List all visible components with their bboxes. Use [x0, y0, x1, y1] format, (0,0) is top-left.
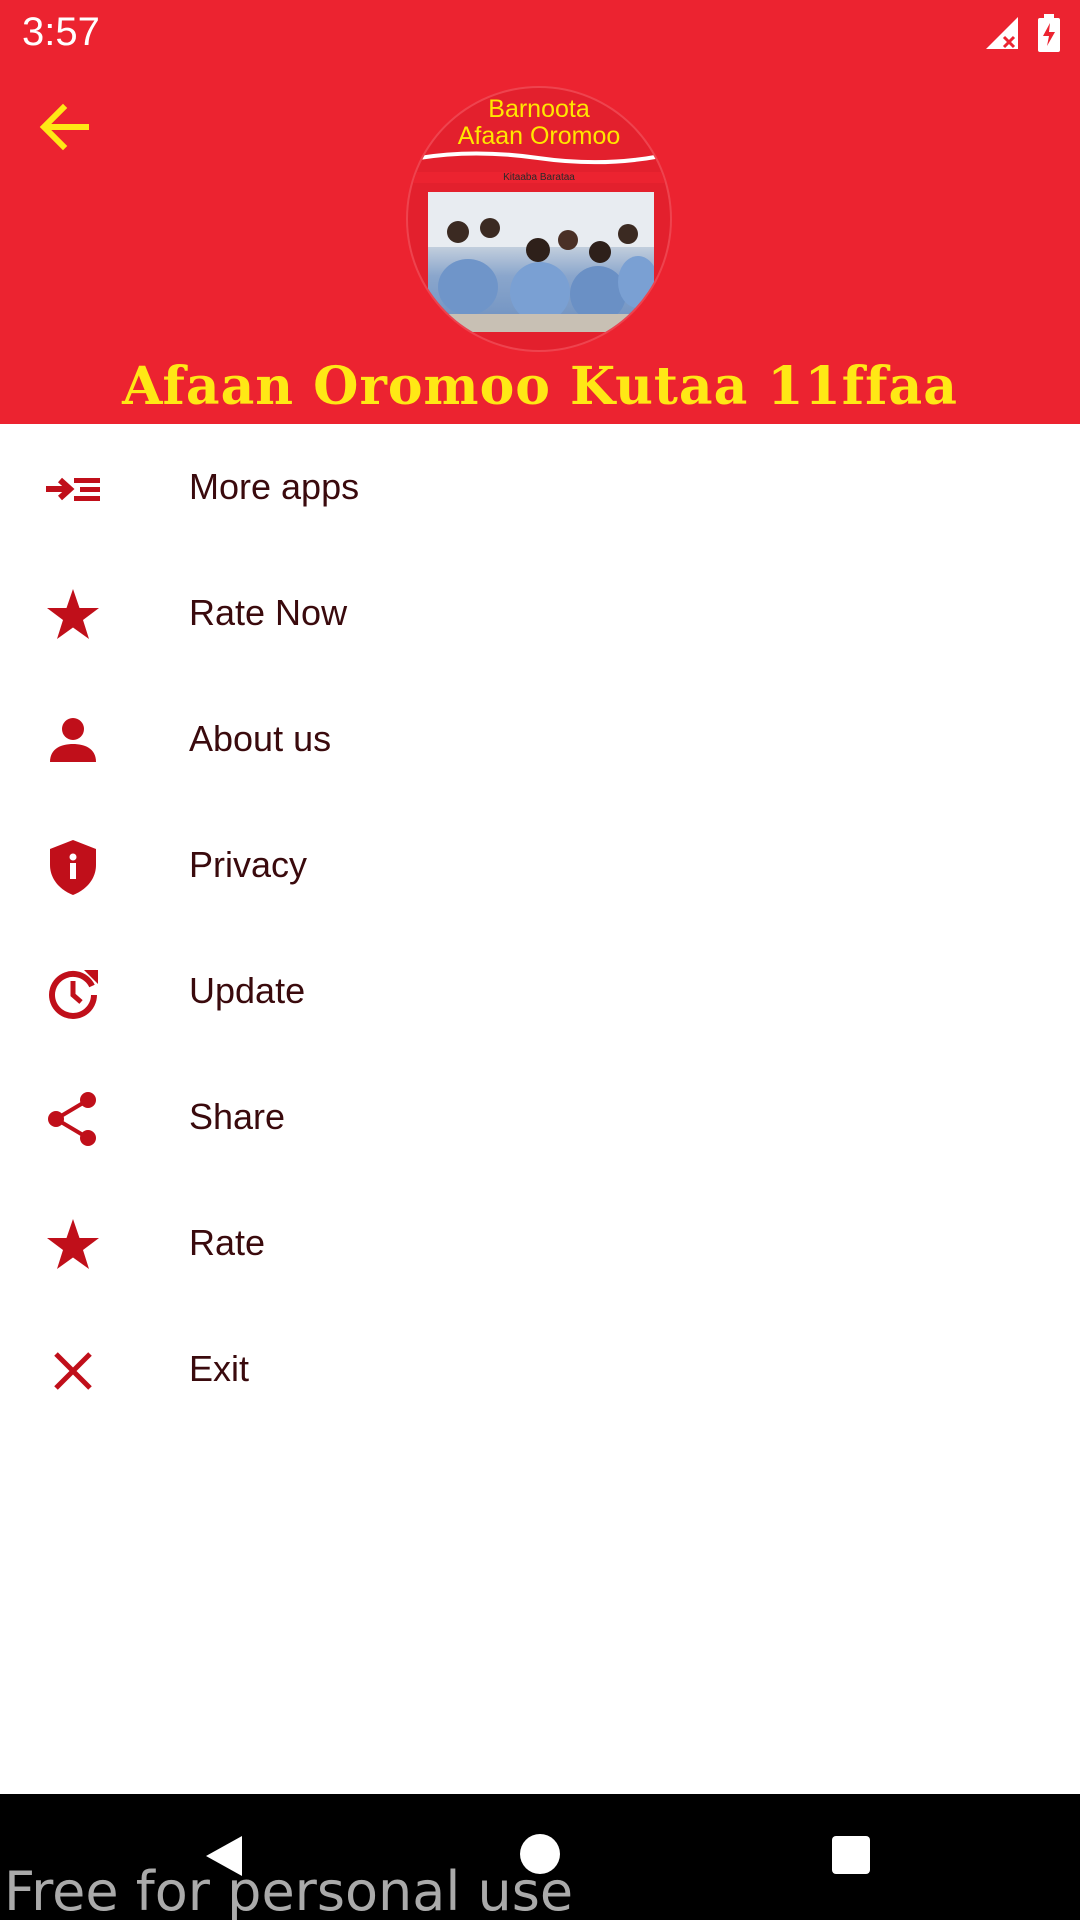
app-logo: Barnoota Afaan Oromoo Kitaaba Barataa	[408, 88, 670, 350]
shield-info-icon	[50, 840, 96, 895]
menu-item-rate-now[interactable]: Rate Now	[0, 550, 1080, 676]
app-title: Afaan Oromoo Kutaa 11ffaa	[122, 356, 958, 417]
update-icon	[49, 970, 98, 1019]
menu-item-about-us[interactable]: About us	[0, 676, 1080, 802]
nav-menu: More apps Rate Now About us Privacy Upda…	[0, 424, 1080, 1432]
screen: 3:57 Barnoota Afaan Oromoo Kitaaba Barat…	[0, 0, 1080, 1920]
logo-wave	[408, 151, 670, 165]
star-icon	[47, 589, 99, 639]
status-time: 3:57	[22, 10, 100, 54]
menu-item-privacy[interactable]: Privacy	[0, 802, 1080, 928]
person-icon	[50, 718, 96, 762]
logo-subtitle: Kitaaba Barataa	[408, 172, 670, 183]
status-icons	[984, 14, 1060, 52]
app-header: 3:57 Barnoota Afaan Oromoo Kitaaba Barat…	[0, 0, 1080, 424]
menu-label-more-apps: More apps	[189, 466, 360, 507]
menu-label-rate: Rate	[189, 1222, 266, 1263]
close-icon	[54, 1352, 92, 1390]
menu-item-update[interactable]: Update	[0, 928, 1080, 1054]
logo-line1: Barnoota	[488, 95, 590, 123]
share-icon	[48, 1092, 96, 1146]
nav-recents-button[interactable]	[832, 1836, 870, 1874]
menu-item-share[interactable]: Share	[0, 1054, 1080, 1180]
watermark-text: Free for personal use	[4, 1860, 574, 1920]
menu-item-exit[interactable]: Exit	[0, 1306, 1080, 1432]
back-button[interactable]	[30, 92, 100, 162]
menu-label-rate-now: Rate Now	[189, 592, 348, 633]
menu-label-exit: Exit	[189, 1348, 250, 1389]
menu-item-more-apps[interactable]: More apps	[0, 424, 1080, 550]
battery-charging-icon	[1038, 14, 1060, 52]
menu-label-about-us: About us	[189, 718, 332, 759]
more-apps-icon	[46, 477, 100, 501]
arrow-back-icon	[39, 103, 89, 151]
star-icon	[47, 1219, 99, 1269]
menu-label-privacy: Privacy	[189, 844, 308, 885]
signal-off-icon	[986, 17, 1018, 49]
menu-label-update: Update	[189, 970, 306, 1011]
menu-label-share: Share	[189, 1096, 286, 1137]
menu-item-rate[interactable]: Rate	[0, 1180, 1080, 1306]
logo-photo	[428, 192, 658, 332]
